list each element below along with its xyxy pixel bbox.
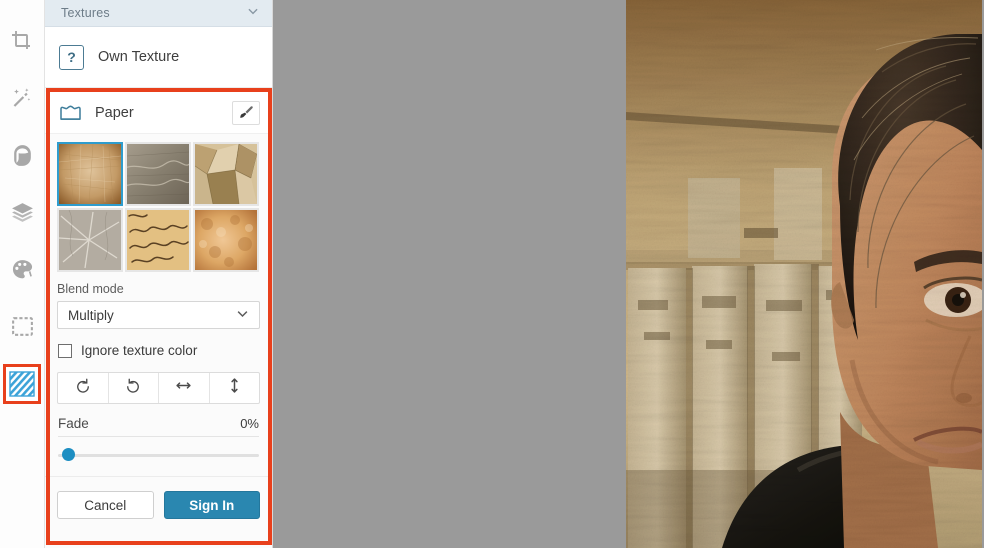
own-texture-label: Own Texture: [98, 49, 180, 65]
fade-divider: [58, 436, 259, 437]
fade-label: Fade: [58, 416, 89, 431]
fade-slider-track: [58, 454, 259, 457]
rotate-cw-icon: [124, 377, 142, 400]
texture-thumb-2[interactable]: [193, 142, 259, 206]
question-mark-icon: ?: [59, 44, 84, 70]
paper-section-header[interactable]: Paper: [45, 92, 272, 134]
flip-horizontal-button[interactable]: [159, 373, 210, 403]
sidebar-item-layers[interactable]: [3, 193, 41, 231]
texture-icon: [9, 371, 35, 397]
paper-icon: [58, 103, 83, 122]
textures-panel: Textures ? Own Texture Paper Blend mode …: [45, 0, 273, 548]
frame-icon: [10, 314, 35, 339]
flip-vertical-button[interactable]: [210, 373, 260, 403]
paper-section-label: Paper: [95, 104, 134, 121]
magic-wand-icon: [10, 86, 34, 110]
ignore-texture-color-label: Ignore texture color: [81, 343, 198, 358]
fade-slider-thumb[interactable]: [62, 448, 75, 461]
sidebar-item-palette[interactable]: [3, 250, 41, 288]
transform-button-group: [57, 372, 260, 404]
rotate-right-button[interactable]: [109, 373, 159, 403]
texture-thumb-4[interactable]: [125, 208, 191, 272]
brush-icon[interactable]: [232, 100, 260, 125]
edited-portrait-photo[interactable]: [626, 0, 982, 548]
ignore-texture-color-row[interactable]: Ignore texture color: [45, 329, 272, 358]
sidebar-item-magic-wand[interactable]: [3, 79, 41, 117]
paper-section: Paper Blend mode Multiply Ignore texture…: [45, 88, 272, 548]
arrows-horizontal-icon: [174, 376, 193, 400]
cancel-button[interactable]: Cancel: [57, 491, 154, 519]
sign-in-button[interactable]: Sign In: [163, 491, 260, 519]
rotate-left-button[interactable]: [58, 373, 109, 403]
texture-thumbnail-grid: [45, 134, 272, 278]
portrait-icon: [10, 143, 35, 168]
sidebar-item-crop[interactable]: [3, 22, 41, 60]
texture-thumb-1[interactable]: [125, 142, 191, 206]
layers-icon: [10, 200, 35, 225]
own-texture-row[interactable]: ? Own Texture: [45, 27, 272, 88]
left-toolbar: [0, 0, 45, 548]
texture-thumb-0[interactable]: [57, 142, 123, 206]
panel-header[interactable]: Textures: [45, 0, 272, 27]
fade-slider[interactable]: [58, 448, 259, 462]
crop-icon: [10, 29, 34, 53]
fade-header: Fade 0%: [45, 404, 272, 431]
blend-mode-select[interactable]: Multiply: [57, 301, 260, 329]
sidebar-item-frame[interactable]: [3, 307, 41, 345]
fade-value: 0%: [240, 416, 259, 431]
panel-title: Textures: [61, 6, 110, 20]
texture-thumb-3[interactable]: [57, 208, 123, 272]
app-root: Textures ? Own Texture Paper Blend mode …: [0, 0, 984, 548]
panel-actions: Cancel Sign In: [45, 476, 272, 533]
blend-mode-field: Blend mode Multiply: [45, 278, 272, 329]
blend-mode-value: Multiply: [68, 307, 114, 323]
palette-icon: [10, 257, 35, 282]
arrows-vertical-icon: [225, 376, 244, 400]
canvas-area[interactable]: [273, 0, 984, 548]
blend-mode-label: Blend mode: [57, 282, 124, 296]
texture-thumb-5[interactable]: [193, 208, 259, 272]
sidebar-item-portrait[interactable]: [3, 136, 41, 174]
sidebar-item-textures[interactable]: [3, 364, 41, 404]
chevron-down-icon[interactable]: [246, 4, 260, 23]
chevron-down-icon: [235, 306, 250, 324]
ignore-texture-color-checkbox[interactable]: [58, 343, 72, 358]
rotate-ccw-icon: [74, 377, 92, 400]
